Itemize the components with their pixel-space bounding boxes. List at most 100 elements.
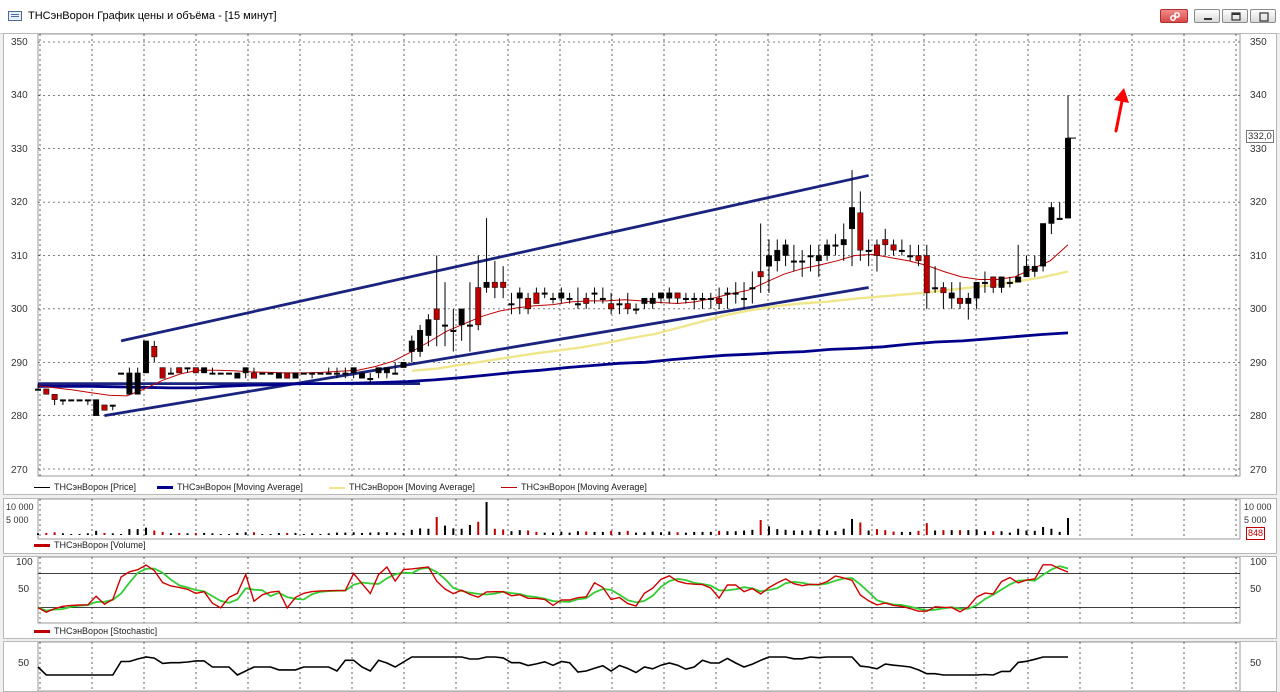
restore-icon[interactable]	[1222, 9, 1248, 23]
volume-bar	[1042, 527, 1045, 535]
candle-body	[466, 324, 473, 327]
volume-bar	[767, 526, 770, 535]
volume-bar	[909, 531, 912, 535]
stochastic-chart[interactable]	[4, 557, 1276, 638]
candle-body	[716, 297, 723, 304]
minimize-icon[interactable]	[1194, 9, 1220, 23]
volume-bar	[61, 533, 64, 535]
candle-body	[109, 404, 116, 407]
candle-body	[417, 329, 424, 352]
volume-bar	[959, 530, 962, 535]
candle-body	[1048, 207, 1055, 224]
volume-bar	[585, 531, 588, 535]
volume-bar	[435, 517, 438, 535]
candle-body	[874, 244, 880, 256]
legend-ma-blue[interactable]: ТНСэнВорон [Moving Average]	[157, 482, 303, 492]
volume-bar	[468, 524, 471, 535]
candle-body	[658, 292, 664, 299]
volume-bar	[128, 529, 131, 535]
volume-bar	[360, 532, 363, 535]
candle-body	[275, 372, 282, 379]
volume-bar	[950, 530, 953, 535]
volume-bar	[144, 527, 147, 535]
volume-bar	[842, 528, 845, 535]
candle-body	[408, 340, 415, 352]
volume-bar	[252, 532, 255, 535]
legend-price[interactable]: ТНСэнВорон [Price]	[34, 482, 136, 492]
volume-bar	[103, 532, 106, 535]
candle-body	[68, 399, 75, 402]
candle-body	[442, 324, 448, 327]
volume-bar	[186, 533, 189, 535]
candle-body	[450, 329, 457, 332]
bottom-indicator-panel: 50 50	[3, 641, 1277, 692]
volume-bar	[219, 534, 222, 535]
legend-swatch	[501, 487, 517, 489]
candle-body	[591, 292, 598, 295]
volume-bar	[1025, 530, 1028, 535]
candle-body	[666, 292, 673, 299]
last-volume-label: 848	[1246, 527, 1266, 540]
volume-bar	[394, 532, 397, 535]
legend-volume[interactable]: ТНСэнВорон [Volume]	[34, 540, 146, 550]
y-tick-left: 340	[11, 90, 28, 101]
candle-body	[159, 367, 166, 379]
volume-bar	[975, 529, 978, 535]
volume-bar	[178, 532, 181, 535]
candle-body	[790, 260, 797, 263]
plot-area	[37, 34, 1241, 477]
candle-body	[59, 399, 66, 402]
volume-bar	[809, 530, 812, 535]
candle-body	[1015, 276, 1022, 283]
candle-body	[475, 287, 482, 326]
legend-label: ТНСэнВорон [Volume]	[54, 540, 146, 550]
close-icon[interactable]	[1250, 9, 1276, 23]
volume-bar	[875, 529, 878, 535]
candle-body	[242, 367, 249, 374]
legend-ma-yellow[interactable]: ТНСэнВорон [Moving Average]	[329, 482, 475, 492]
y-tick-left: 290	[11, 358, 28, 369]
candle-body	[209, 372, 216, 375]
price-chart[interactable]	[4, 34, 1276, 494]
candle-body	[226, 372, 232, 375]
candle-body	[707, 297, 714, 300]
volume-chart[interactable]	[4, 499, 1276, 553]
candle-body	[500, 281, 507, 288]
volume-bar	[502, 529, 505, 535]
volume-bar	[78, 534, 81, 535]
volume-bar	[203, 532, 206, 535]
candle-body	[101, 404, 108, 411]
volume-bar	[527, 530, 530, 535]
volume-bar	[269, 534, 272, 535]
bottom-indicator-chart[interactable]	[4, 642, 1276, 691]
candle-body	[151, 345, 158, 358]
volume-bar	[136, 529, 139, 535]
candle-body	[940, 287, 947, 294]
candle-body	[541, 292, 548, 295]
candle-body	[766, 255, 772, 267]
volume-bar	[510, 531, 513, 535]
candle-body	[824, 244, 831, 256]
volume-y-tick: 10 000	[1244, 502, 1272, 512]
y-tick-right: 280	[1250, 411, 1267, 422]
candle-body	[458, 308, 465, 326]
volume-bar	[817, 529, 820, 535]
candle-body	[491, 281, 498, 288]
candle-body	[433, 308, 440, 320]
volume-bar	[884, 530, 887, 535]
candle-body	[234, 372, 241, 379]
candle-body	[392, 372, 399, 375]
link-icon[interactable]	[1160, 9, 1188, 23]
candle-body	[849, 207, 855, 230]
volume-bar	[410, 529, 413, 535]
legend-swatch	[157, 486, 173, 490]
legend-stochastic[interactable]: ТНСэнВорон [Stochastic]	[34, 626, 157, 636]
volume-bar	[659, 532, 662, 535]
volume-bar	[892, 531, 895, 535]
candle-body	[84, 399, 91, 402]
volume-bar	[277, 532, 280, 535]
candle-body	[624, 303, 631, 310]
stochastic-y-tick: 50	[1250, 584, 1262, 595]
candle-body	[633, 308, 640, 311]
legend-ma-red[interactable]: ТНСэнВорон [Moving Average]	[501, 482, 647, 492]
